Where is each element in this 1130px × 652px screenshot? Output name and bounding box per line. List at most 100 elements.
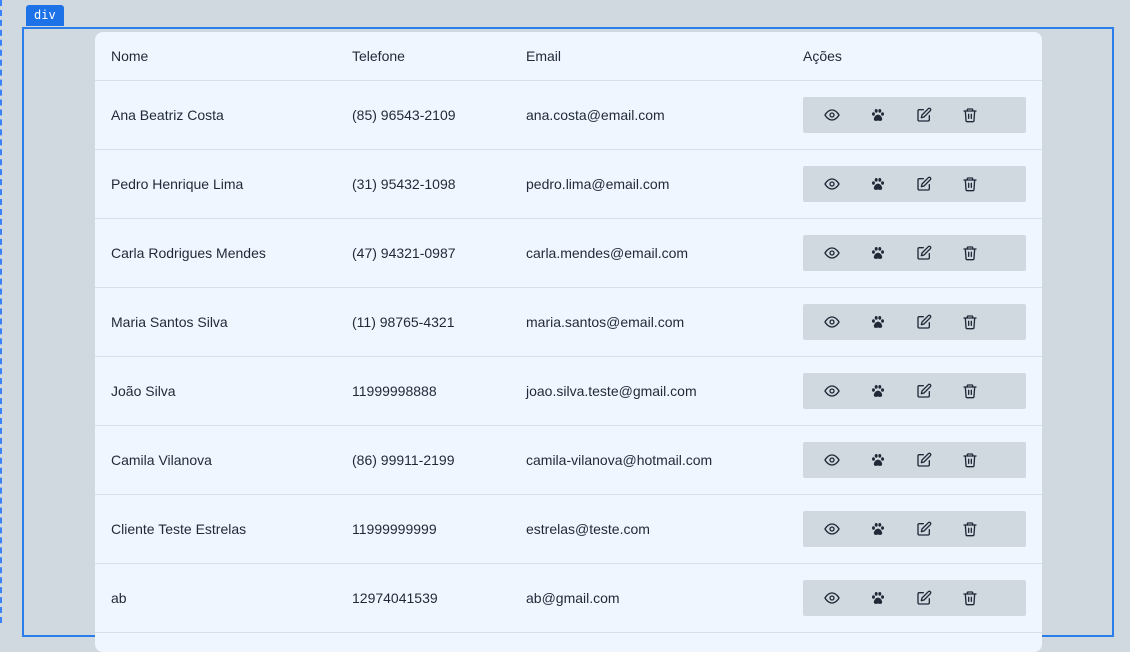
edit-button[interactable] (901, 442, 947, 478)
cell-email: joao.silva.teste@gmail.com (510, 356, 787, 426)
cell-telefone: 12974041539 (336, 563, 510, 633)
delete-button[interactable] (947, 442, 993, 478)
cell-email: maria.santos@email.com (510, 287, 787, 357)
cell-nome: Cliente Teste Estrelas (95, 494, 336, 564)
edit-button[interactable] (901, 166, 947, 202)
cell-acoes (787, 425, 1042, 495)
paw-icon (872, 454, 884, 466)
row-actions-group (803, 580, 1026, 616)
row-actions-group (803, 166, 1026, 202)
trash-icon (963, 522, 977, 537)
pets-button[interactable] (855, 511, 901, 547)
delete-button[interactable] (947, 97, 993, 133)
eye-icon (824, 592, 840, 604)
column-header-email: Email (510, 32, 787, 81)
delete-button[interactable] (947, 304, 993, 340)
pets-button[interactable] (855, 97, 901, 133)
delete-button[interactable] (947, 235, 993, 271)
edit-button[interactable] (901, 304, 947, 340)
view-button[interactable] (809, 235, 855, 271)
cell-acoes (787, 149, 1042, 219)
delete-button[interactable] (947, 511, 993, 547)
cell-telefone: (31) 95432-1098 (336, 149, 510, 219)
edit-icon (917, 107, 932, 122)
trash-icon (963, 591, 977, 606)
pets-button[interactable] (855, 304, 901, 340)
paw-icon (872, 178, 884, 190)
table-row: João Silva 11999998888 joao.silva.teste@… (95, 356, 1042, 426)
paw-icon (872, 385, 884, 397)
trash-icon (963, 384, 977, 399)
trash-icon (963, 453, 977, 468)
edit-icon (917, 314, 932, 329)
eye-icon (824, 109, 840, 121)
edit-button[interactable] (901, 580, 947, 616)
eye-icon (824, 316, 840, 328)
row-actions-group (803, 235, 1026, 271)
cell-acoes (787, 218, 1042, 288)
view-button[interactable] (809, 580, 855, 616)
edit-button[interactable] (901, 97, 947, 133)
clients-table: Nome Telefone Email Ações Ana Beatriz Co… (95, 32, 1042, 633)
cell-acoes (787, 563, 1042, 633)
table-row: Camila Vilanova (86) 99911-2199 camila-v… (95, 425, 1042, 495)
view-button[interactable] (809, 442, 855, 478)
pets-button[interactable] (855, 166, 901, 202)
edit-button[interactable] (901, 373, 947, 409)
view-button[interactable] (809, 304, 855, 340)
cell-acoes (787, 80, 1042, 150)
pets-button[interactable] (855, 580, 901, 616)
row-actions-group (803, 511, 1026, 547)
edit-button[interactable] (901, 235, 947, 271)
eye-icon (824, 523, 840, 535)
column-header-nome: Nome (95, 32, 336, 81)
cell-acoes (787, 356, 1042, 426)
view-button[interactable] (809, 373, 855, 409)
row-actions-group (803, 442, 1026, 478)
paw-icon (872, 523, 884, 535)
cell-nome: Carla Rodrigues Mendes (95, 218, 336, 288)
delete-button[interactable] (947, 580, 993, 616)
devtools-element-tag: div (26, 5, 64, 26)
edit-button[interactable] (901, 511, 947, 547)
cell-nome: Camila Vilanova (95, 425, 336, 495)
row-actions-group (803, 304, 1026, 340)
cell-email: estrelas@teste.com (510, 494, 787, 564)
eye-icon (824, 385, 840, 397)
row-actions-group (803, 373, 1026, 409)
paw-icon (872, 592, 884, 604)
paw-icon (872, 247, 884, 259)
view-button[interactable] (809, 511, 855, 547)
trash-icon (963, 108, 977, 123)
edit-icon (917, 176, 932, 191)
edit-icon (917, 383, 932, 398)
view-button[interactable] (809, 97, 855, 133)
table-row: ab 12974041539 ab@gmail.com (95, 563, 1042, 633)
pets-button[interactable] (855, 442, 901, 478)
view-button[interactable] (809, 166, 855, 202)
cell-nome: Ana Beatriz Costa (95, 80, 336, 150)
column-header-acoes: Ações (787, 32, 1042, 81)
cell-acoes (787, 287, 1042, 357)
eye-icon (824, 454, 840, 466)
cell-nome: Pedro Henrique Lima (95, 149, 336, 219)
edit-icon (917, 452, 932, 467)
table-row: Ana Beatriz Costa (85) 96543-2109 ana.co… (95, 80, 1042, 150)
cell-telefone: (86) 99911-2199 (336, 425, 510, 495)
pets-button[interactable] (855, 373, 901, 409)
cell-acoes (787, 494, 1042, 564)
cell-email: pedro.lima@email.com (510, 149, 787, 219)
cell-nome: João Silva (95, 356, 336, 426)
column-header-telefone: Telefone (336, 32, 510, 81)
delete-button[interactable] (947, 166, 993, 202)
table-row: Cliente Teste Estrelas 11999999999 estre… (95, 494, 1042, 564)
clients-table-card: Nome Telefone Email Ações Ana Beatriz Co… (95, 32, 1042, 652)
row-actions-group (803, 97, 1026, 133)
trash-icon (963, 177, 977, 192)
delete-button[interactable] (947, 373, 993, 409)
pets-button[interactable] (855, 235, 901, 271)
table-header-row: Nome Telefone Email Ações (95, 32, 1042, 81)
trash-icon (963, 315, 977, 330)
cell-nome: ab (95, 563, 336, 633)
eye-icon (824, 178, 840, 190)
